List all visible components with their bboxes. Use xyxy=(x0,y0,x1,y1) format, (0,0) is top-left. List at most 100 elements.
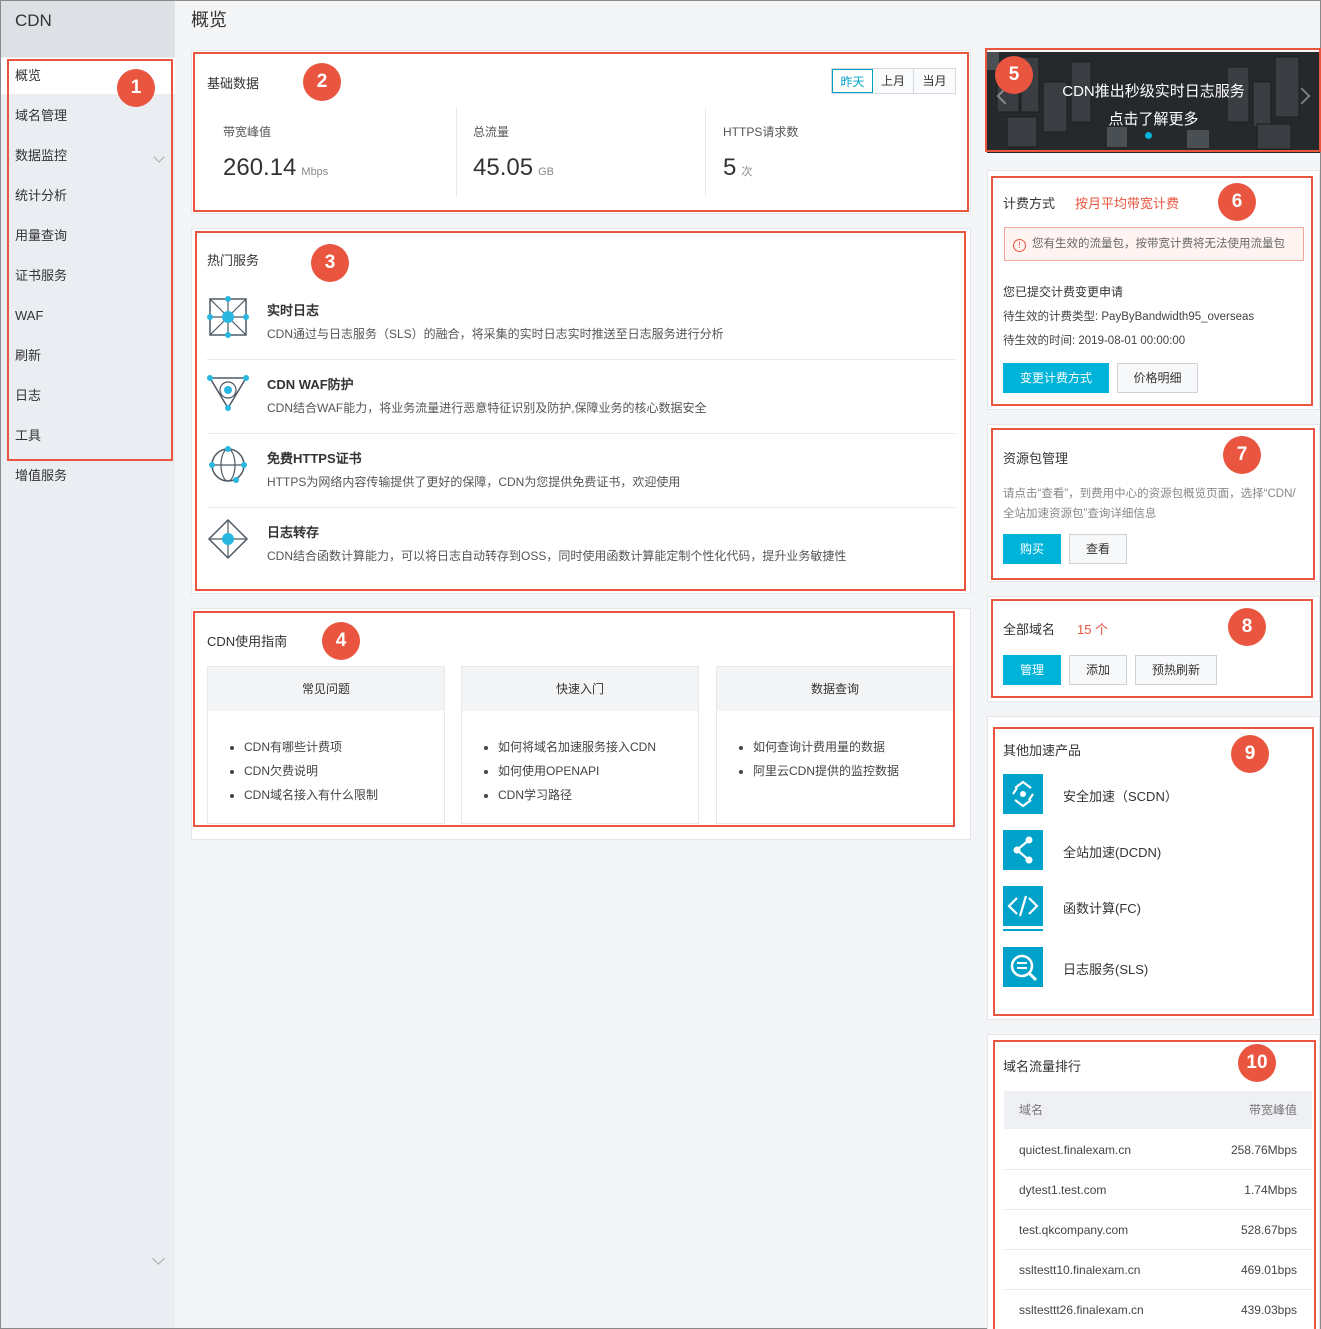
row-peak: 528.67bps xyxy=(1240,1223,1297,1237)
buy-button[interactable]: 购买 xyxy=(1003,534,1061,564)
product-item[interactable]: 日志服务(SLS) xyxy=(1003,947,1293,991)
sidebar-item-logs[interactable]: 日志 xyxy=(1,378,175,414)
sidebar: CDN 概览 域名管理 数据监控 统计分析 用量查询 证书服务 WAF 刷新 日… xyxy=(1,1,175,1328)
range-last-month[interactable]: 上月 xyxy=(873,69,914,93)
shield-triangle-icon xyxy=(207,375,249,411)
product-item[interactable]: 全站加速(DCDN) xyxy=(1003,830,1293,874)
product-name: 全站加速(DCDN) xyxy=(1063,845,1162,860)
stat-label: HTTPS请求数 xyxy=(723,125,799,139)
stat-unit: GB xyxy=(538,166,554,178)
stat-value: 45.05 xyxy=(473,154,534,181)
guide-link[interactable]: CDN有哪些计费项 xyxy=(244,735,444,759)
service-item[interactable]: 日志转存 CDN结合函数计算能力，可以将日志自动转存到OSS，同时使用函数计算能… xyxy=(207,508,955,582)
divider xyxy=(705,108,706,196)
sidebar-item-waf[interactable]: WAF xyxy=(1,298,175,334)
billing-pending-type: 待生效的计费类型: PayByBandwidth95_overseas xyxy=(1003,311,1255,323)
guide-link[interactable]: 如何使用OPENAPI xyxy=(498,759,698,783)
guide-link[interactable]: 如何将域名加速服务接入CDN xyxy=(498,735,698,759)
guide-link[interactable]: 如何查询计费用量的数据 xyxy=(753,735,953,759)
ranking-col-domain: 域名 xyxy=(1019,1103,1044,1117)
guide-column-header: 快速入门 xyxy=(462,667,698,711)
guide-column-header: 常见问题 xyxy=(208,667,444,711)
service-item[interactable]: 免费HTTPS证书 HTTPS为网络内容传输提供了更好的保障，CDN为您提供免费… xyxy=(207,434,955,508)
service-title: 日志转存 xyxy=(267,525,320,540)
promo-banner[interactable]: CDN推出秒级实时日志服务 点击了解更多 xyxy=(987,52,1320,153)
sidebar-item-domains[interactable]: 域名管理 xyxy=(1,98,175,134)
product-name: 函数计算(FC) xyxy=(1063,901,1141,916)
chevron-down-icon[interactable] xyxy=(152,1252,165,1265)
range-this-month[interactable]: 当月 xyxy=(914,69,955,93)
service-item[interactable]: CDN WAF防护 CDN结合WAF能力，将业务流量进行恶意特征识别及防护,保障… xyxy=(207,360,955,434)
chevron-down-icon xyxy=(153,151,165,163)
annotation-badge: 5 xyxy=(995,56,1033,94)
ranking-col-peak: 带宽峰值 xyxy=(1248,1103,1297,1117)
price-detail-button[interactable]: 价格明细 xyxy=(1117,363,1198,393)
service-item[interactable]: 实时日志 CDN通过与日志服务（SLS）的融合，将采集的实时日志实时推送至日志服… xyxy=(207,286,955,360)
sidebar-item-value-added[interactable]: 增值服务 xyxy=(1,458,175,494)
resource-package-desc-1: 请点击“查看”，到费用中心的资源包概览页面，选择“CDN/ xyxy=(1003,488,1296,500)
product-item[interactable]: 安全加速（SCDN） xyxy=(1003,774,1293,818)
billing-pending-time: 待生效的时间: 2019-08-01 00:00:00 xyxy=(1003,335,1186,347)
product-underline xyxy=(1003,929,1043,931)
stat-unit: Mbps xyxy=(301,166,329,178)
guide-link[interactable]: CDN学习路径 xyxy=(498,783,698,807)
row-domain: test.qkcompany.com xyxy=(1019,1223,1129,1237)
row-peak: 1.74Mbps xyxy=(1244,1183,1297,1197)
sidebar-item-certificates[interactable]: 证书服务 xyxy=(1,258,175,294)
domains-count: 15 个 xyxy=(1077,622,1109,637)
domains-label: 全部域名 xyxy=(1003,622,1056,637)
add-domain-button[interactable]: 添加 xyxy=(1069,655,1127,685)
stat-value: 260.14 xyxy=(223,154,297,181)
sidebar-item-statistics[interactable]: 统计分析 xyxy=(1,178,175,214)
banner-line-1: CDN推出秒级实时日志服务 xyxy=(1062,83,1245,100)
service-title: 免费HTTPS证书 xyxy=(267,451,362,466)
table-row[interactable]: quictest.finalexam.cn 258.76Mbps xyxy=(1004,1130,1312,1170)
sidebar-item-refresh[interactable]: 刷新 xyxy=(1,338,175,374)
recycle-shield-icon xyxy=(1003,774,1043,814)
table-row[interactable]: ssltestt10.finalexam.cn 469.01bps xyxy=(1004,1250,1312,1290)
warning-text: 您有生效的流量包，按带宽计费将无法使用流量包 xyxy=(1032,238,1285,250)
service-desc: HTTPS为网络内容传输提供了更好的保障，CDN为您提供免费证书，欢迎使用 xyxy=(267,475,681,489)
annotation-badge: 7 xyxy=(1223,436,1261,474)
sidebar-item-tools[interactable]: 工具 xyxy=(1,418,175,454)
billing-warning: ! 您有生效的流量包，按带宽计费将无法使用流量包 xyxy=(1004,227,1304,261)
row-domain: dytest1.test.com xyxy=(1019,1183,1107,1197)
change-billing-button[interactable]: 变更计费方式 xyxy=(1003,363,1109,393)
annotation-badge: 4 xyxy=(322,622,360,660)
guide-link[interactable]: CDN域名接入有什么限制 xyxy=(244,783,444,807)
table-row[interactable]: dytest1.test.com 1.74Mbps xyxy=(1004,1170,1312,1210)
guide-link[interactable]: 阿里云CDN提供的监控数据 xyxy=(753,759,953,783)
domain-ranking-title: 域名流量排行 xyxy=(1003,1059,1082,1074)
stat-bandwidth-peak: 带宽峰值 260.14 Mbps xyxy=(223,123,328,182)
guide-column-faq: 常见问题 CDN有哪些计费项 CDN欠费说明 CDN域名接入有什么限制 xyxy=(207,666,445,824)
row-domain: ssltestt10.finalexam.cn xyxy=(1019,1263,1141,1277)
guide-link[interactable]: CDN欠费说明 xyxy=(244,759,444,783)
range-yesterday[interactable]: 昨天 xyxy=(832,69,873,93)
hot-services-title: 热门服务 xyxy=(207,253,260,268)
service-desc: CDN通过与日志服务（SLS）的融合，将采集的实时日志实时推送至日志服务进行分析 xyxy=(267,327,724,341)
view-button[interactable]: 查看 xyxy=(1069,534,1127,564)
page-title: 概览 xyxy=(191,10,227,30)
service-desc: CDN结合函数计算能力，可以将日志自动转存到OSS，同时使用函数计算能定制个性化… xyxy=(267,549,847,563)
table-row[interactable]: test.qkcompany.com 528.67bps xyxy=(1004,1210,1312,1250)
carousel-dot[interactable] xyxy=(1145,132,1152,139)
billing-submitted: 您已提交计费变更申请 xyxy=(1003,285,1124,299)
service-title: CDN WAF防护 xyxy=(267,377,354,392)
stat-label: 带宽峰值 xyxy=(223,125,272,139)
guide-column-header: 数据查询 xyxy=(717,667,953,711)
guide-title: CDN使用指南 xyxy=(207,634,288,649)
row-peak: 469.01bps xyxy=(1240,1263,1297,1277)
prefetch-refresh-button[interactable]: 预热刷新 xyxy=(1135,655,1217,685)
table-row[interactable]: ssltesttt26.finalexam.cn 439.03bps xyxy=(1004,1290,1312,1329)
product-item[interactable]: 函数计算(FC) xyxy=(1003,886,1293,930)
row-domain: ssltesttt26.finalexam.cn xyxy=(1019,1303,1144,1317)
sidebar-item-label: 数据监控 xyxy=(15,148,68,163)
manage-domains-button[interactable]: 管理 xyxy=(1003,655,1061,685)
route-nodes-icon xyxy=(1003,830,1043,870)
ranking-header: 域名 带宽峰值 xyxy=(1004,1091,1312,1129)
sidebar-item-monitoring[interactable]: 数据监控 xyxy=(1,138,175,174)
sidebar-item-usage[interactable]: 用量查询 xyxy=(1,218,175,254)
guide-column-data-query: 数据查询 如何查询计费用量的数据 阿里云CDN提供的监控数据 xyxy=(716,666,954,824)
banner-line-2: 点击了解更多 xyxy=(1108,111,1199,128)
other-products-title: 其他加速产品 xyxy=(1003,743,1082,758)
